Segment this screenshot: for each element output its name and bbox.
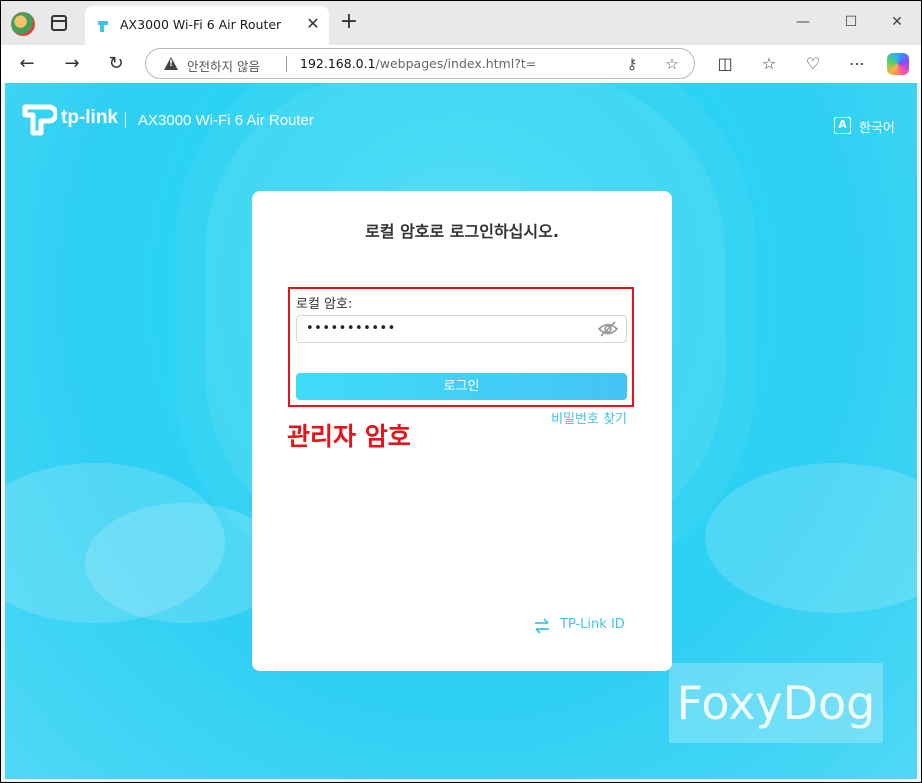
copilot-icon[interactable] xyxy=(887,53,909,75)
tab-close-icon[interactable]: ✕ xyxy=(303,14,323,34)
address-divider xyxy=(286,56,287,72)
profile-avatar[interactable] xyxy=(11,12,35,36)
login-card: 로컬 암호로 로그인하십시오. 로컬 암호: ••••••••••• 로그인 비… xyxy=(252,191,672,671)
brand-name: tp-link xyxy=(61,107,118,128)
router-model: AX3000 Wi-Fi 6 Air Router xyxy=(138,112,314,129)
favorite-star-icon[interactable]: ☆ xyxy=(662,54,682,74)
language-label: 한국어 xyxy=(859,121,895,136)
switch-arrows-icon xyxy=(535,618,549,634)
split-screen-icon[interactable]: ◫ xyxy=(713,52,737,76)
login-title: 로컬 암호로 로그인하십시오. xyxy=(365,222,559,241)
password-value: ••••••••••• xyxy=(306,321,396,336)
address-bar[interactable]: 안전하지 않음 192.168.0.1/webpages/index.html?… xyxy=(145,48,695,79)
tplink-id-label: TP-Link ID xyxy=(560,617,625,632)
tplink-logo-icon xyxy=(22,104,57,136)
browser-window: AX3000 Wi-Fi 6 Air Router ✕ + — ☐ ✕ ← → … xyxy=(1,1,921,782)
password-input[interactable]: ••••••••••• xyxy=(296,315,627,343)
new-tab-button[interactable]: + xyxy=(337,11,361,35)
watermark: FoxyDog xyxy=(669,663,883,743)
annotation-label: 관리자 암호 xyxy=(287,422,411,451)
cloud-decoration xyxy=(705,463,917,613)
url-text[interactable]: 192.168.0.1/webpages/index.html?t= xyxy=(300,56,536,71)
back-arrow-icon[interactable]: ← xyxy=(13,50,41,78)
tplink-favicon-icon xyxy=(98,21,108,32)
language-icon: A xyxy=(834,117,851,134)
brand-divider xyxy=(125,112,126,128)
minimize-button[interactable]: — xyxy=(783,9,823,35)
password-label: 로컬 암호: xyxy=(296,297,353,312)
key-icon[interactable]: ⚷ xyxy=(622,54,642,74)
forward-arrow-icon[interactable]: → xyxy=(58,50,86,78)
browser-toolbar: ← → ↻ 안전하지 않음 192.168.0.1/webpages/index… xyxy=(1,45,921,83)
warning-icon[interactable] xyxy=(164,57,178,70)
login-button[interactable]: 로그인 xyxy=(296,373,627,400)
eye-hidden-icon[interactable] xyxy=(597,321,619,337)
close-window-button[interactable]: ✕ xyxy=(877,9,917,35)
tab-title: AX3000 Wi-Fi 6 Air Router xyxy=(120,17,282,32)
security-status[interactable]: 안전하지 않음 xyxy=(187,56,260,75)
tab-router[interactable]: AX3000 Wi-Fi 6 Air Router ✕ xyxy=(85,6,329,45)
more-menu-icon[interactable]: ⋯ xyxy=(845,52,869,76)
browser-essentials-icon[interactable]: ♡ xyxy=(801,52,825,76)
tab-actions-icon[interactable] xyxy=(51,15,67,31)
maximize-button[interactable]: ☐ xyxy=(831,9,871,35)
favorites-icon[interactable]: ☆ xyxy=(757,52,781,76)
find-password-link[interactable]: 비밀번호 찾기 xyxy=(551,408,627,427)
tab-strip: AX3000 Wi-Fi 6 Air Router ✕ + — ☐ ✕ xyxy=(1,1,921,45)
router-login-page: tp-link AX3000 Wi-Fi 6 Air Router A 한국어 … xyxy=(5,83,917,779)
refresh-icon[interactable]: ↻ xyxy=(102,50,130,78)
